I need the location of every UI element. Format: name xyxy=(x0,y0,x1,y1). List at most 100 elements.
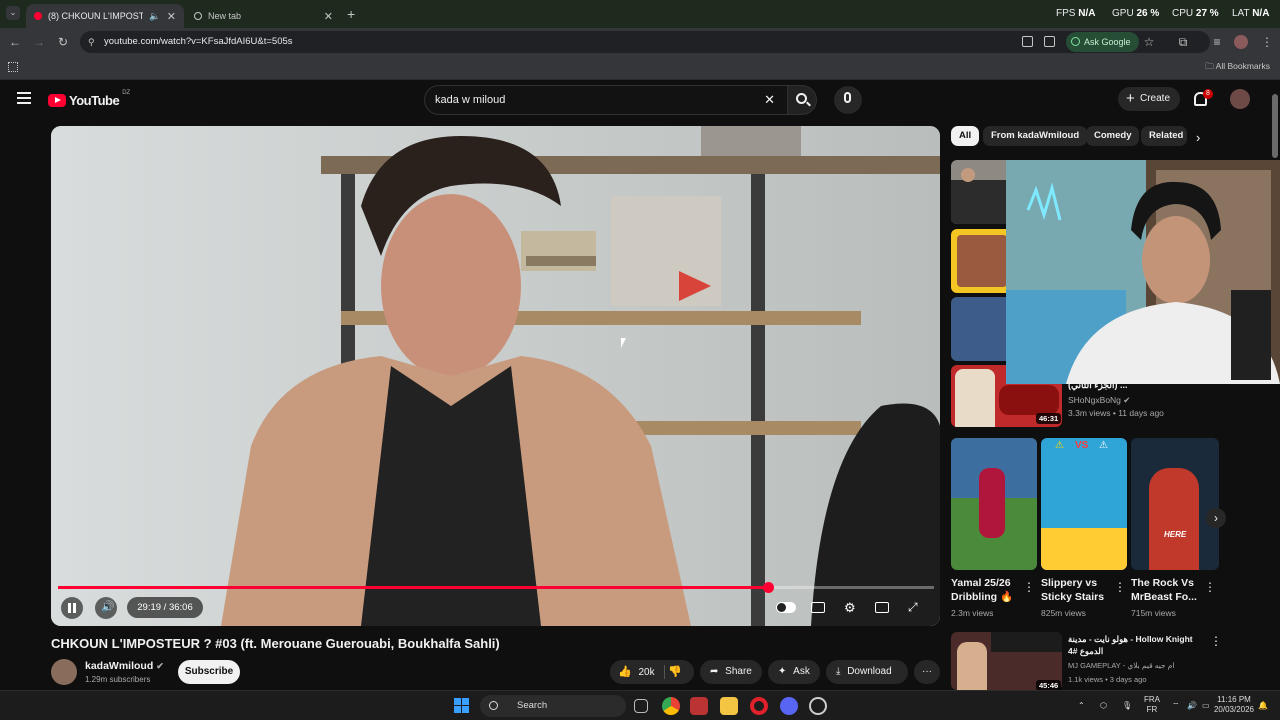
back-arrow-icon[interactable]: ← xyxy=(6,33,24,51)
youtube-logo[interactable]: YouTube DZ xyxy=(48,90,130,110)
clear-search-icon[interactable]: ✕ xyxy=(764,86,775,114)
bookmark-star-icon[interactable]: ☆ xyxy=(1140,33,1158,51)
subscribe-button[interactable]: Subscribe xyxy=(178,660,240,684)
opera-icon[interactable] xyxy=(750,697,768,715)
short-views: 2.3m views xyxy=(951,608,994,618)
dislike-button[interactable]: 👎 xyxy=(668,660,682,684)
settings-gear-icon[interactable]: ⚙ xyxy=(844,600,856,616)
short-thumbnail[interactable]: VS ⚠ ⚠ xyxy=(1041,438,1127,570)
chip-comedy[interactable]: Comedy xyxy=(1086,126,1140,146)
chip-related[interactable]: Related xyxy=(1141,126,1187,146)
ask-button[interactable]: ✦ Ask xyxy=(768,660,820,684)
forward-arrow-icon[interactable]: → xyxy=(30,33,48,51)
download-button[interactable]: ⤓ Download xyxy=(826,660,908,684)
vs-label: VS xyxy=(1075,440,1089,451)
scrubber-handle[interactable] xyxy=(762,582,774,593)
site-info-icon[interactable]: ⚲ xyxy=(88,31,95,53)
warning-icon: ⚠ xyxy=(1055,440,1064,451)
autoplay-toggle[interactable] xyxy=(776,602,796,613)
warning-icon: ⚠ xyxy=(1099,440,1108,451)
chrome-icon[interactable] xyxy=(662,697,680,715)
notification-center-icon[interactable]: 🔔 xyxy=(1258,701,1268,711)
clock[interactable]: 11:16 PM 20/03/2026 xyxy=(1212,695,1256,715)
chip-from-channel[interactable]: From kadaWmiloud xyxy=(983,126,1088,146)
tab-search-button[interactable]: ⌄ xyxy=(6,6,20,20)
search-input[interactable]: kada w miloud ✕ xyxy=(424,85,788,115)
discord-icon[interactable] xyxy=(780,697,798,715)
volume-button[interactable]: 🔊 xyxy=(95,597,117,619)
fps-readout: FPS N/A xyxy=(1056,8,1096,19)
short-thumbnail[interactable]: HERE xyxy=(1131,438,1219,570)
all-bookmarks-button[interactable]: 🗀 All Bookmarks xyxy=(1205,61,1270,75)
short-menu-icon[interactable]: ⋮ xyxy=(1114,580,1126,594)
speaker-icon[interactable]: 🔊 xyxy=(1187,701,1197,711)
network-app-icon[interactable]: ⬡ xyxy=(1100,701,1107,711)
search-button[interactable] xyxy=(787,85,817,115)
profile-avatar[interactable] xyxy=(1234,35,1248,49)
close-tab-icon[interactable]: ✕ xyxy=(167,10,176,23)
screen-capture-icon[interactable] xyxy=(1044,36,1055,47)
video-menu-icon[interactable]: ⋮ xyxy=(1210,634,1222,648)
short-thumbnail[interactable] xyxy=(951,438,1037,570)
chevron-right-icon[interactable]: › xyxy=(1196,130,1200,145)
file-explorer-icon[interactable] xyxy=(720,697,738,715)
chip-all[interactable]: All xyxy=(951,126,980,146)
sparkle-icon: ✦ xyxy=(778,666,787,677)
more-actions-button[interactable]: ··· xyxy=(914,660,940,684)
miniplayer-icon[interactable] xyxy=(875,602,889,613)
channel-name[interactable]: kadaWmiloud ✔ xyxy=(85,660,164,672)
chevron-right-icon: › xyxy=(1214,511,1218,525)
task-view-icon[interactable] xyxy=(634,699,648,713)
pause-button[interactable] xyxy=(61,597,83,619)
channel-name[interactable]: MJ GAMEPLAY - ام جيه قيم بلاي xyxy=(1068,661,1175,670)
apps-grid-icon[interactable] xyxy=(8,62,18,72)
share-button[interactable]: ➦ Share xyxy=(700,660,762,684)
browser-menu-icon[interactable]: ⋮ xyxy=(1258,33,1276,51)
account-avatar[interactable] xyxy=(1230,89,1250,109)
short-title[interactable]: The Rock Vs MrBeast Fo... xyxy=(1131,576,1197,604)
wifi-icon[interactable]: ⌔ xyxy=(1172,701,1180,711)
short-menu-icon[interactable]: ⋮ xyxy=(1204,580,1216,594)
short-title[interactable]: Yamal 25/26 Dribbling 🔥 xyxy=(951,576,1013,604)
close-tab-icon[interactable]: ✕ xyxy=(324,10,333,23)
verified-badge-icon: ✔ xyxy=(156,661,164,671)
fullscreen-icon[interactable]: ⤢ xyxy=(908,600,918,615)
create-button[interactable]: + Create xyxy=(1118,87,1180,111)
channel-avatar[interactable] xyxy=(51,659,77,685)
app-icon[interactable] xyxy=(809,697,827,715)
address-bar[interactable]: ⚲ youtube.com/watch?v=KFsaJfdAI6U&t=505s xyxy=(80,31,1210,53)
subtitles-icon[interactable] xyxy=(811,602,825,613)
webcam-frame xyxy=(1006,160,1280,384)
tab-youtube-video[interactable]: (8) CHKOUN L'IMPOSTEUR 🔈 ✕ xyxy=(26,4,184,28)
tab-new-tab[interactable]: New tab ✕ xyxy=(186,4,341,28)
extensions-icon[interactable]: ⧉ xyxy=(1174,33,1192,51)
shorts-next-button[interactable]: › xyxy=(1206,508,1226,528)
video-title[interactable]: هولو نايت - مدينة - Hollow Knight الدموع… xyxy=(1068,633,1193,657)
browser-tab-strip: ⌄ (8) CHKOUN L'IMPOSTEUR 🔈 ✕ New tab ✕ +… xyxy=(0,0,1280,28)
language-indicator[interactable]: FRA FR xyxy=(1144,695,1160,715)
taskbar-search-input[interactable]: Search xyxy=(480,695,626,717)
hamburger-menu-icon[interactable] xyxy=(17,92,31,104)
cpu-readout: CPU 27 % xyxy=(1172,8,1219,19)
tray-overflow-icon[interactable]: ⌃ xyxy=(1078,701,1085,711)
ask-google-button[interactable]: Ask Google xyxy=(1066,32,1139,52)
microphone-icon xyxy=(844,92,851,103)
translate-icon[interactable] xyxy=(1022,36,1033,47)
snipping-tool-icon[interactable] xyxy=(690,697,708,715)
battery-icon[interactable]: ▭ xyxy=(1202,701,1210,711)
new-tab-button[interactable]: + xyxy=(347,6,355,22)
media-controls-icon[interactable]: ≡ xyxy=(1208,33,1226,51)
microphone-icon[interactable]: 🎙 xyxy=(1122,701,1132,711)
like-dislike-group: 👍 20k 👎 xyxy=(610,660,694,684)
channel-name[interactable]: SHoNgxBoNg ✔ xyxy=(1068,395,1130,406)
speaker-icon[interactable]: 🔈 xyxy=(149,11,160,22)
windows-start-icon[interactable] xyxy=(454,698,470,714)
like-button[interactable]: 👍 20k xyxy=(610,660,662,684)
short-menu-icon[interactable]: ⋮ xyxy=(1023,580,1035,594)
page-scrollbar[interactable] xyxy=(1272,94,1278,158)
reload-icon[interactable]: ↻ xyxy=(54,33,72,51)
video-player[interactable] xyxy=(51,126,940,626)
voice-search-button[interactable] xyxy=(834,86,862,114)
short-title[interactable]: Slippery vs Sticky Stairs xyxy=(1041,576,1104,604)
video-progress-bar[interactable] xyxy=(58,582,934,593)
